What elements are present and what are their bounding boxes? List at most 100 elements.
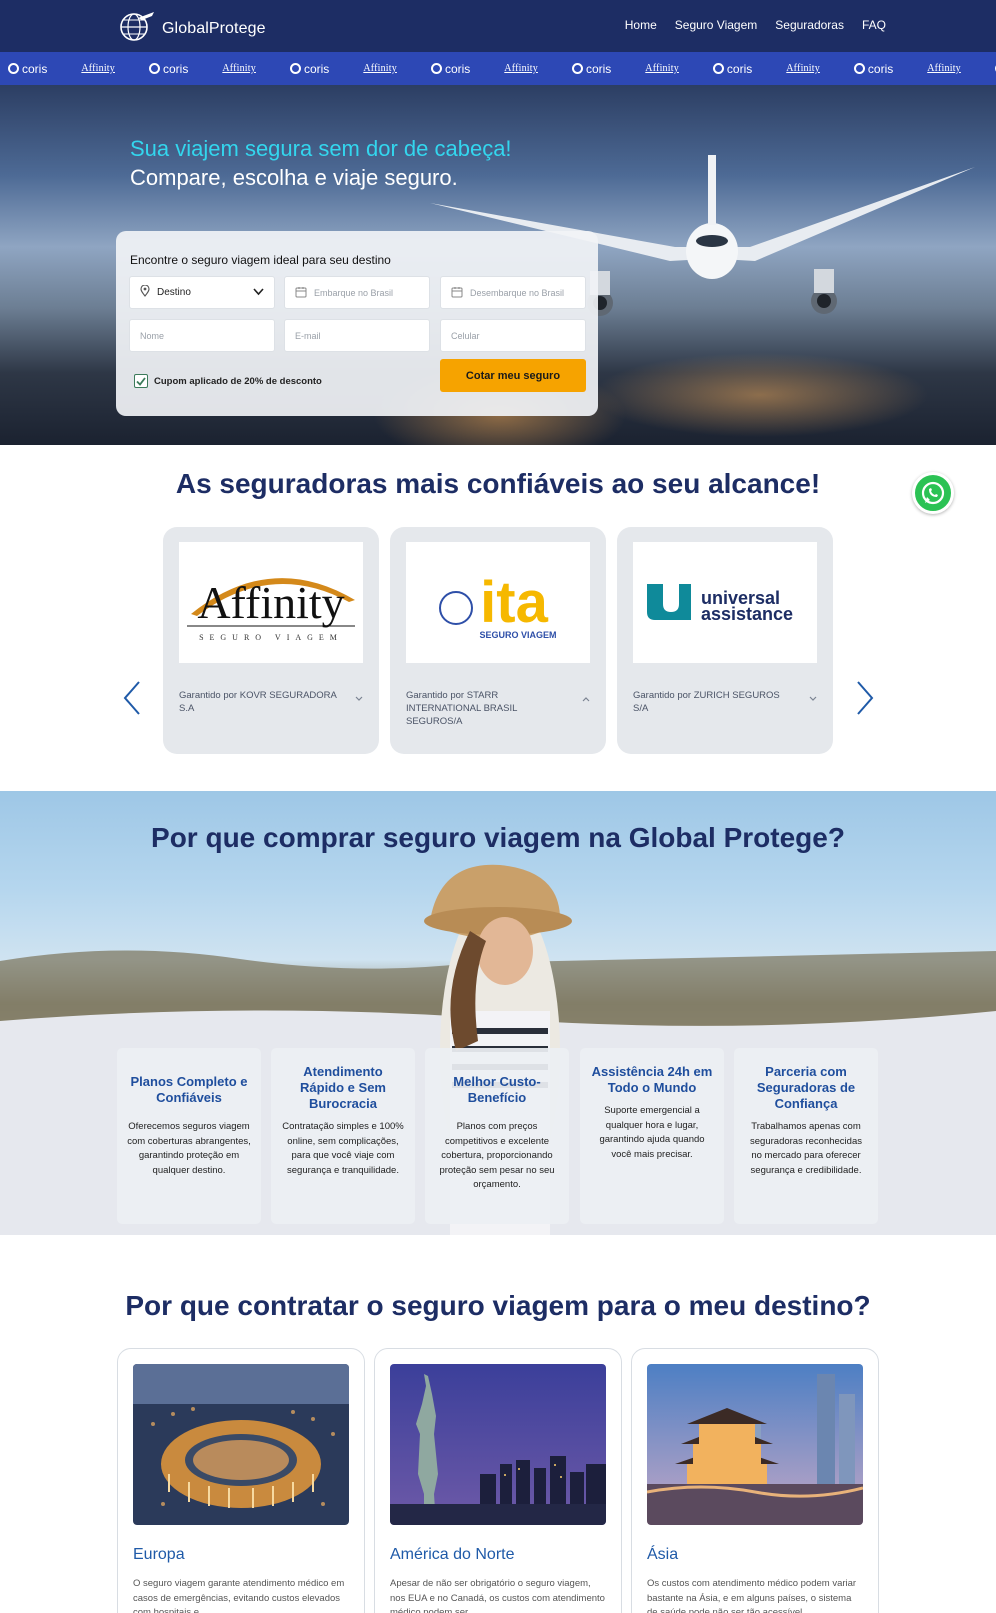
- ita-logo: ita SEGURO VIAGEM: [406, 542, 590, 663]
- insurers-section-title: As seguradoras mais confiáveis ao seu al…: [175, 468, 821, 499]
- strip-logo-label: Affinity: [363, 63, 397, 74]
- hero-section: Sua viajem segura sem dor de cabeça! Com…: [0, 85, 996, 445]
- nav-links: Home Seguro Viagem Seguradoras FAQ: [625, 18, 886, 32]
- feature-card-custo-beneficio: Melhor Custo-Benefício Planos com preços…: [425, 1048, 569, 1224]
- strip-logo-label: Affinity: [927, 63, 961, 74]
- nome-field[interactable]: Nome: [129, 319, 275, 352]
- checkbox-checked-icon[interactable]: [134, 374, 148, 388]
- coris-mark-icon: [571, 63, 583, 74]
- chevron-up-icon[interactable]: [582, 694, 590, 704]
- strip-logo-label: Affinity: [81, 63, 115, 74]
- strip-logo-label: Affinity: [222, 63, 256, 74]
- embarque-date-field[interactable]: Embarque no Brasil: [284, 276, 430, 309]
- strip-logo-label: coris: [444, 61, 471, 76]
- coris-mark-icon: [148, 63, 160, 74]
- strip-logo-affinity: Affinity: [504, 63, 538, 74]
- brand-logo[interactable]: GlobalProtege: [116, 9, 266, 48]
- nav-link-home[interactable]: Home: [625, 18, 657, 32]
- feature-card-parceria: Parceria com Seguradoras de Confiança Tr…: [734, 1048, 878, 1224]
- strip-logo-affinity: Affinity: [363, 63, 397, 74]
- strip-logo-affinity: Affinity: [927, 63, 961, 74]
- nome-placeholder: Nome: [140, 330, 165, 341]
- why-buy-title: Por que comprar seguro viagem na Global …: [151, 822, 845, 853]
- feature-card-assistencia: Assistência 24h em Todo o Mundo Suporte …: [580, 1048, 724, 1224]
- strip-logo-affinity: Affinity: [81, 63, 115, 74]
- celular-placeholder: Celular: [451, 330, 480, 341]
- hero-headline-accent: Sua viajem segura sem dor de cabeça!: [130, 136, 512, 161]
- strip-logo-affinity: Affinity: [786, 63, 820, 74]
- coris-mark-icon: [853, 63, 865, 74]
- celular-field[interactable]: Celular: [440, 319, 586, 352]
- strip-logo-affinity: Affinity: [645, 63, 679, 74]
- insurer-card-universal[interactable]: universal assistance Garantido por ZURIC…: [617, 527, 833, 754]
- coris-mark-icon: [289, 63, 301, 74]
- embarque-placeholder: Embarque no Brasil: [314, 287, 394, 298]
- coris-mark-icon: [430, 63, 442, 74]
- ita-logo-sub: SEGURO VIAGEM: [479, 630, 556, 640]
- feature-card-planos: Planos Completo e Confiáveis Oferecemos …: [117, 1048, 261, 1224]
- feature-card-atendimento: Atendimento Rápido e Sem Burocracia Cont…: [271, 1048, 415, 1224]
- nav-link-seguro-viagem[interactable]: Seguro Viagem: [675, 18, 758, 32]
- calendar-icon: [451, 286, 463, 300]
- strip-logo-label: coris: [162, 61, 189, 76]
- nav-link-seguradoras[interactable]: Seguradoras: [775, 18, 844, 32]
- strip-logo-label: coris: [867, 61, 894, 76]
- coris-mark-icon: [712, 63, 724, 74]
- feature-title: Parceria com Seguradoras de Confiança: [756, 1064, 856, 1111]
- destination-name: Ásia: [647, 1546, 679, 1563]
- email-field[interactable]: E-mail: [284, 319, 430, 352]
- strip-logo-coris: coris: [571, 61, 612, 76]
- quote-form-title: Encontre o seguro viagem ideal para seu …: [130, 253, 391, 267]
- quote-form: Encontre o seguro viagem ideal para seu …: [116, 231, 598, 416]
- globe-plane-icon: [116, 9, 156, 48]
- strip-logo-coris: coris: [853, 61, 894, 76]
- strip-logo-label: coris: [585, 61, 612, 76]
- carousel-next-chevron-right-icon[interactable]: [855, 680, 875, 721]
- nav-link-faq[interactable]: FAQ: [862, 18, 886, 32]
- destination-desc: Apesar de não ser obrigatório o seguro v…: [390, 1578, 605, 1613]
- strip-logo-coris: coris: [8, 62, 47, 76]
- strip-logo-affinity: Affinity: [222, 63, 256, 74]
- affinity-logo-text: Affinity: [197, 577, 344, 628]
- strip-logo-coris: coris: [148, 61, 189, 76]
- strip-logo-label: Affinity: [645, 63, 679, 74]
- destination-name: Europa: [133, 1546, 185, 1563]
- hero-headline: Compare, escolha e viaje seguro.: [130, 165, 458, 190]
- destinations-section-title: Por que contratar o seguro viagem para o…: [125, 1290, 871, 1321]
- carousel-prev-chevron-left-icon[interactable]: [122, 680, 142, 721]
- destination-desc: O seguro viagem garante atendimento médi…: [133, 1578, 345, 1613]
- strip-logo-label: Affinity: [786, 63, 820, 74]
- chevron-down-icon[interactable]: [355, 694, 363, 704]
- coris-mark-icon: [8, 63, 19, 74]
- chevron-down-icon[interactable]: [809, 694, 817, 704]
- feature-desc: Planos com preços competitivos e excelen…: [439, 1121, 555, 1190]
- desembarque-date-field[interactable]: Desembarque no Brasil: [440, 276, 586, 309]
- desembarque-placeholder: Desembarque no Brasil: [470, 287, 565, 298]
- email-placeholder: E-mail: [295, 330, 321, 341]
- quote-submit-button[interactable]: Cotar meu seguro: [440, 359, 586, 392]
- strip-logo-label: coris: [303, 61, 330, 76]
- destination-desc: Os custos com atendimento médico podem v…: [647, 1578, 857, 1613]
- feature-desc: Oferecemos seguros viagem com coberturas…: [127, 1121, 251, 1176]
- coupon-checkbox-row[interactable]: Cupom aplicado de 20% de desconto: [134, 374, 322, 388]
- insurer-guarantor-text: Garantido por KOVR SEGURADORA S.A: [179, 690, 337, 714]
- whatsapp-icon[interactable]: [912, 472, 954, 514]
- affinity-logo: Affinity SEGURO VIAGEM: [179, 542, 363, 663]
- destination-card-america-do-norte[interactable]: América do Norte Apesar de não ser obrig…: [374, 1348, 622, 1613]
- insurer-guarantor-text: Garantido por ZURICH SEGUROS S/A: [633, 690, 780, 714]
- destination-name: América do Norte: [390, 1546, 515, 1563]
- feature-title: Assistência 24h em Todo o Mundo: [591, 1064, 713, 1095]
- ita-logo-text: ita: [480, 570, 548, 635]
- destination-card-asia[interactable]: Ásia Os custos com atendimento médico po…: [631, 1348, 879, 1613]
- insurer-card-affinity[interactable]: Affinity SEGURO VIAGEM Garantido por KOV…: [163, 527, 379, 754]
- insurer-guarantor-text: Garantido por STARR INTERNATIONAL BRASIL…: [406, 690, 518, 727]
- chevron-down-icon: [253, 288, 264, 299]
- insurer-card-ita[interactable]: ita SEGURO VIAGEM Garantido por STARR IN…: [390, 527, 606, 754]
- feature-desc: Contratação simples e 100% online, sem c…: [282, 1121, 404, 1176]
- feature-title: Planos Completo e Confiáveis: [130, 1074, 248, 1105]
- destination-card-europa[interactable]: Europa O seguro viagem garante atendimen…: [117, 1348, 365, 1613]
- strip-logo-label: Affinity: [504, 63, 538, 74]
- affinity-logo-sub: SEGURO VIAGEM: [199, 633, 343, 642]
- destination-select[interactable]: Destino: [129, 276, 275, 309]
- feature-desc: Trabalhamos apenas com seguradoras recon…: [750, 1121, 862, 1176]
